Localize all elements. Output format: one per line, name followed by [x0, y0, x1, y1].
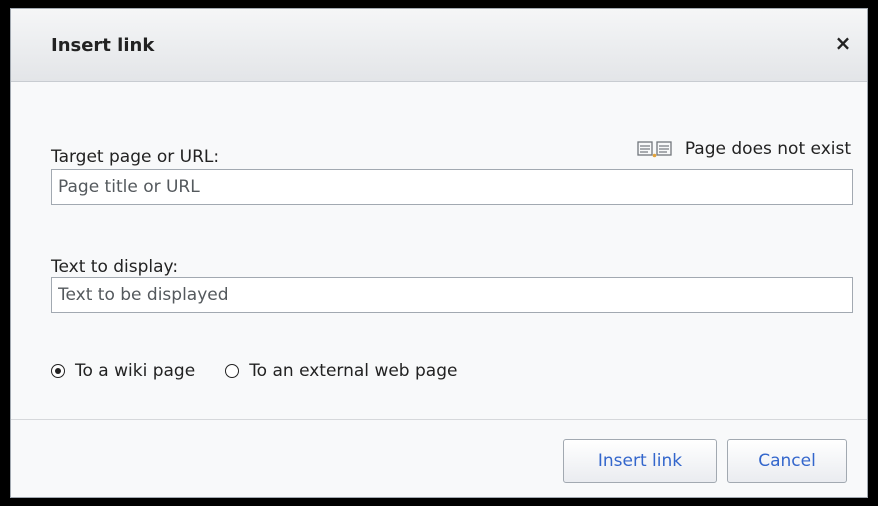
radio-wiki-page-label: To a wiki page — [75, 361, 196, 381]
radio-checked-icon[interactable] — [51, 364, 65, 378]
radio-unchecked-icon[interactable] — [225, 364, 240, 378]
close-icon[interactable]: × — [831, 31, 855, 55]
footer-divider — [11, 419, 867, 420]
radio-external-page[interactable]: To an external web page — [225, 361, 457, 381]
display-text-input[interactable] — [51, 277, 853, 313]
page-status: Page does not exist — [637, 139, 851, 159]
page-status-text: Page does not exist — [684, 139, 851, 159]
radio-external-page-label: To an external web page — [249, 361, 458, 381]
radio-wiki-page[interactable]: To a wiki page — [51, 361, 195, 381]
target-label: Target page or URL: — [51, 147, 220, 167]
dialog-titlebar: Insert link × — [11, 9, 867, 82]
page-not-found-icon — [637, 141, 672, 158]
insert-link-dialog: Insert link × Target page or URL: Page d… — [10, 8, 868, 498]
link-type-group: To a wiki page To an external web page — [51, 361, 487, 381]
display-text-label: Text to display: — [51, 257, 179, 277]
dialog-title: Insert link — [51, 35, 155, 56]
cancel-button[interactable]: Cancel — [727, 439, 847, 483]
insert-link-button[interactable]: Insert link — [563, 439, 717, 483]
target-input[interactable] — [51, 169, 853, 205]
